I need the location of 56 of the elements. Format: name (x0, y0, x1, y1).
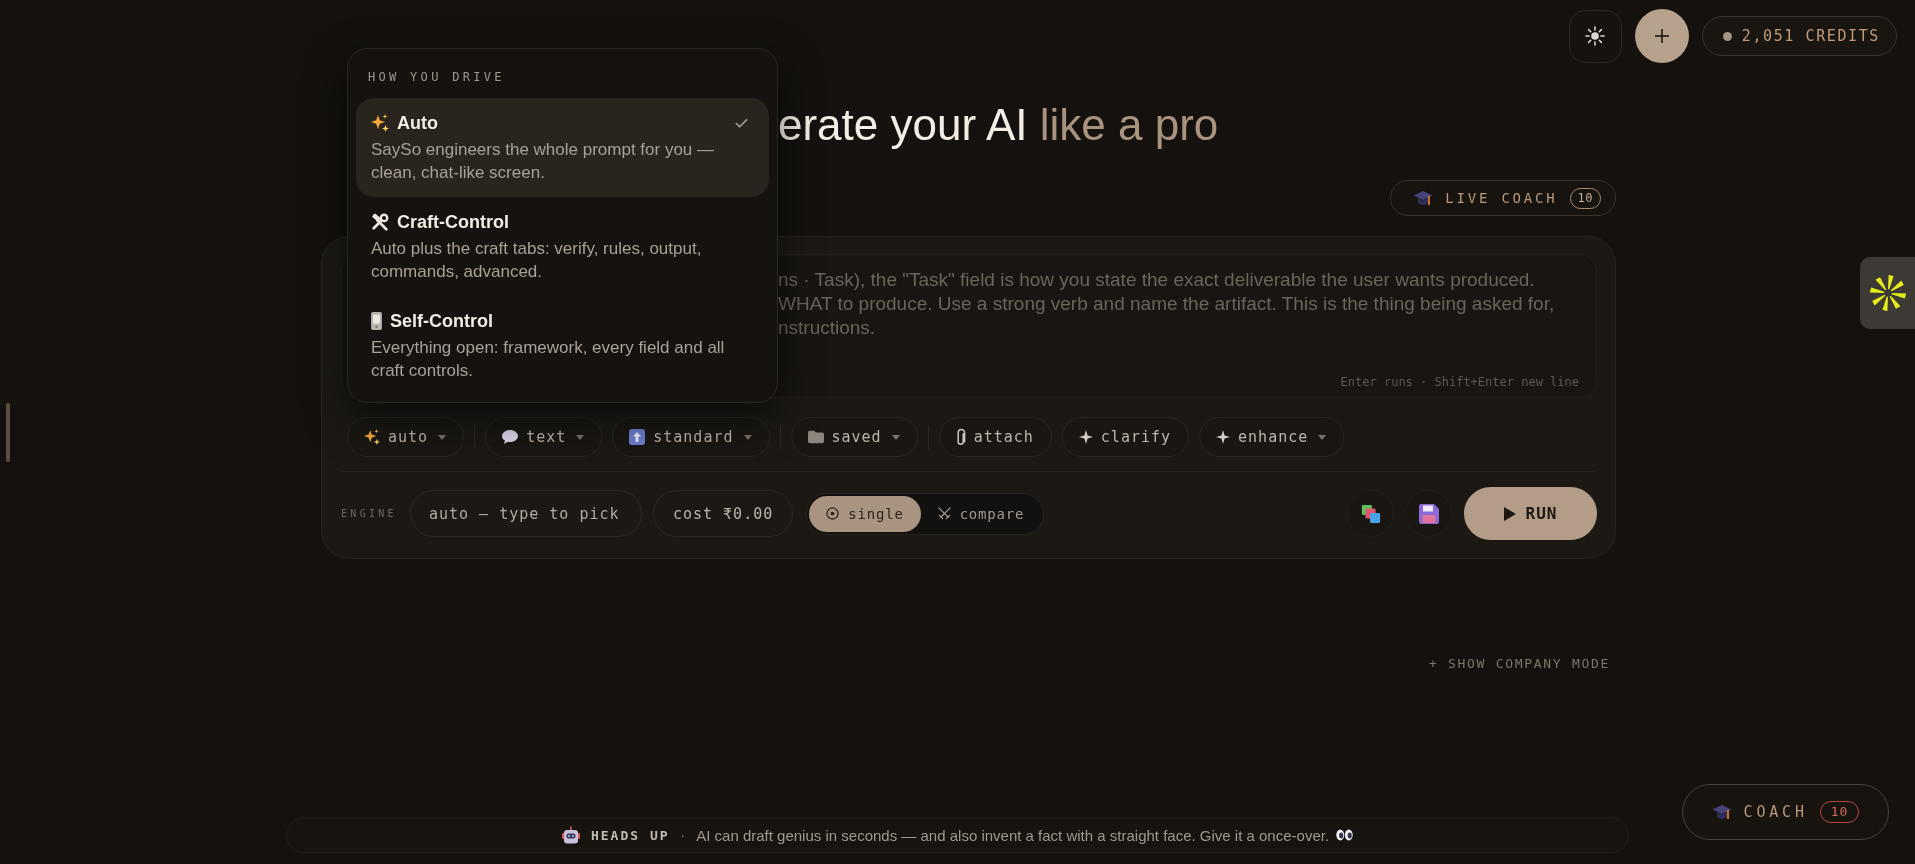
dot-icon (1722, 31, 1732, 41)
engine-label: ENGINE (341, 508, 397, 519)
credits-label: 2,051 CREDITS (1741, 27, 1880, 45)
dropdown-button[interactable]: text (485, 417, 603, 457)
crossed-swords-icon (937, 507, 951, 520)
toolbar-button[interactable]: clarify (1061, 417, 1190, 457)
graduation-cap-icon (1413, 189, 1434, 207)
engine-input[interactable]: auto — type to pick (409, 490, 642, 537)
notice-separator: · (680, 827, 686, 843)
robot-icon (561, 826, 580, 844)
side-tab-button[interactable] (1860, 257, 1915, 329)
caret-icon (576, 434, 585, 440)
check-icon (735, 118, 748, 128)
mode-option[interactable]: Auto SaySo engineers the whole prompt for you — clean, chat-like screen. (356, 98, 769, 197)
speech-bubble-icon (502, 429, 519, 445)
star-icon (1078, 430, 1093, 444)
mode-option[interactable]: Self-Control Everything open: framework, every field and all craft controls. (356, 296, 769, 395)
run-button[interactable]: RUN (1464, 487, 1597, 540)
device-icon (371, 312, 382, 330)
drawer-handle[interactable] (6, 403, 10, 462)
dropdown-button[interactable]: auto (347, 417, 465, 457)
caret-icon (891, 434, 900, 440)
layers-icon (1360, 503, 1381, 524)
add-button[interactable] (1634, 9, 1689, 63)
live-coach-button[interactable]: LIVE COACH 10 (1390, 180, 1616, 216)
sparkle-icon (371, 114, 389, 132)
coach-button[interactable]: COACH 10 (1682, 784, 1889, 840)
dropdown-button[interactable]: saved (790, 417, 918, 457)
menu-heading: HOW YOU DRIVE (367, 69, 506, 85)
play-icon (1503, 506, 1516, 521)
show-company-mode-link[interactable]: + SHOW COMPANY MODE (1429, 655, 1610, 673)
dropdown-button[interactable]: standard (612, 417, 770, 457)
mode-toggle-option[interactable]: single (809, 495, 921, 532)
mode-toggle-option[interactable]: compare (920, 495, 1042, 532)
folder-icon (807, 429, 824, 445)
page-heading: erate your AI like a pro (778, 99, 1219, 151)
save-icon (1418, 503, 1439, 524)
caret-icon (438, 434, 447, 440)
asterisk-icon (1868, 274, 1907, 312)
dropdown-button[interactable]: enhance (1199, 417, 1345, 457)
toolbar-button[interactable]: attach (938, 417, 1052, 457)
caret-icon (1318, 434, 1327, 440)
theme-button[interactable] (1568, 9, 1622, 63)
eyes-icon (1336, 829, 1354, 841)
notice-text: AI can draft genius in seconds — and also invent a fact with a straight face. Give it a once-over. (696, 826, 1330, 844)
tools-icon (371, 213, 389, 231)
keyboard-hint: Enter runs · Shift+Enter new line (1340, 375, 1579, 389)
caret-icon (743, 434, 752, 440)
target-icon (826, 507, 840, 520)
graduation-cap-icon (1711, 803, 1732, 821)
sun-icon (1585, 26, 1606, 46)
star-icon (1216, 430, 1231, 444)
paperclip-icon (955, 428, 966, 446)
sparkle-icon (364, 429, 380, 445)
plus-icon (1654, 29, 1669, 43)
notice-title: HEADS UP (590, 827, 670, 843)
